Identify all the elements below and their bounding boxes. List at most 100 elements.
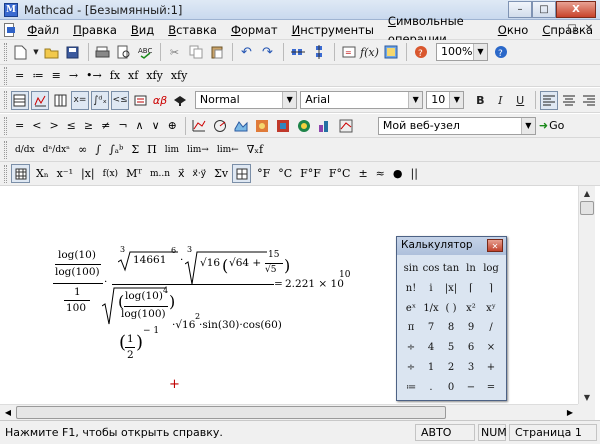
nth-derivative-button[interactable]: dⁿ/dxⁿ	[39, 145, 74, 155]
key-ln[interactable]: ln	[461, 259, 481, 279]
key-minus[interactable]: −	[461, 378, 481, 398]
scroll-thumb[interactable]	[16, 406, 446, 419]
minimize-button[interactable]: –	[508, 1, 532, 18]
key-tan[interactable]: tan	[441, 259, 461, 279]
key-multiply[interactable]: ×	[481, 338, 501, 358]
scroll-thumb[interactable]	[580, 201, 594, 215]
menu-file[interactable]: Файл	[20, 21, 66, 39]
f-celsius-button[interactable]: F°C	[325, 167, 355, 180]
key-3[interactable]: 3	[461, 358, 481, 378]
key-6[interactable]: 6	[461, 338, 481, 358]
key-parentheses[interactable]: ( )	[441, 299, 461, 319]
fahrenheit-button[interactable]: °F	[253, 167, 274, 180]
or-button[interactable]: ∨	[148, 119, 164, 132]
subscript-button[interactable]: Xₙ	[32, 167, 53, 180]
greater-equal-button[interactable]: ≥	[80, 119, 97, 132]
key-log[interactable]: log	[481, 259, 501, 279]
key-division-sign[interactable]: ÷	[401, 358, 421, 378]
not-button[interactable]: ¬	[114, 119, 131, 132]
help-icon[interactable]: ?	[491, 43, 510, 62]
key-4[interactable]: 4	[421, 338, 441, 358]
scroll-left-icon[interactable]: ◀	[0, 405, 16, 420]
menu-view[interactable]: Вид	[124, 21, 161, 39]
and-button[interactable]: ∧	[132, 119, 148, 132]
scroll-right-icon[interactable]: ▶	[562, 405, 578, 420]
approx-button[interactable]: ≈	[372, 167, 389, 180]
open-folder-icon[interactable]	[42, 43, 61, 62]
key-factorial[interactable]: n!	[401, 279, 421, 299]
key-sin[interactable]: sin	[401, 259, 421, 279]
key-power[interactable]: xʸ	[481, 299, 501, 319]
xor-button[interactable]: ⊕	[164, 119, 181, 132]
horizontal-scrollbar[interactable]: ◀ ▶	[0, 404, 578, 420]
key-cos[interactable]: cos	[421, 259, 441, 279]
key-exp[interactable]: eˣ	[401, 299, 421, 319]
key-decimal[interactable]: .	[421, 378, 441, 398]
key-2[interactable]: 2	[441, 358, 461, 378]
insert-unit-icon[interactable]	[381, 43, 400, 62]
key-ceil[interactable]: ⌈	[461, 279, 481, 299]
greek-palette-icon[interactable]: αβ	[151, 91, 169, 110]
parallel-button[interactable]: ||	[407, 167, 422, 180]
toolbar-grip[interactable]	[4, 164, 7, 183]
bold-button[interactable]: B	[471, 91, 489, 110]
maximize-button[interactable]: □	[532, 1, 556, 18]
style-select[interactable]: Normal ▼	[194, 91, 298, 109]
key-0[interactable]: 0	[441, 378, 461, 398]
web-location-select[interactable]: Мой веб-узел ▼	[377, 116, 536, 135]
keyword-eval-button[interactable]: •→	[82, 69, 106, 82]
vertical-scrollbar[interactable]: ▲ ▼	[578, 186, 595, 406]
global-define-button[interactable]: ≡	[48, 69, 65, 82]
symbolic-eval-button[interactable]: →	[65, 69, 82, 82]
key-reciprocal[interactable]: 1/x	[421, 299, 441, 319]
infix-operator-button[interactable]: xfy	[142, 69, 167, 82]
matrix-insert-icon[interactable]	[11, 164, 30, 183]
dot-button[interactable]: ●	[389, 167, 407, 180]
copy-icon[interactable]	[186, 43, 205, 62]
key-floor[interactable]: ⌉	[481, 279, 501, 299]
dropdown-arrow-icon[interactable]: ▼	[32, 43, 40, 62]
key-pi[interactable]: π	[401, 318, 421, 338]
plot-wizard-icon[interactable]	[337, 116, 356, 135]
xy-plot-icon[interactable]	[190, 116, 209, 135]
less-than-button[interactable]: <	[28, 119, 45, 132]
menu-format[interactable]: Формат	[224, 21, 285, 39]
menu-edit[interactable]: Правка	[66, 21, 124, 39]
new-document-icon[interactable]	[11, 43, 30, 62]
toolbar-grip[interactable]	[4, 116, 7, 135]
matrix-palette-icon[interactable]	[51, 91, 69, 110]
units-grid-icon[interactable]	[232, 164, 252, 183]
symbolic-palette-icon[interactable]	[171, 91, 189, 110]
gradient-button[interactable]: ∇ₓf	[243, 143, 267, 156]
toolbar-grip[interactable]	[4, 140, 7, 159]
underline-button[interactable]: U	[511, 91, 529, 110]
italic-button[interactable]: I	[491, 91, 509, 110]
evaluate-button[interactable]: =	[11, 69, 28, 82]
calculator-title-bar[interactable]: Калькулятор ✕	[397, 237, 506, 255]
go-arrow-icon[interactable]: ➜ Go	[539, 116, 564, 135]
right-limit-button[interactable]: lim→	[183, 145, 213, 155]
summation-button[interactable]: Σ	[127, 143, 143, 156]
derivative-button[interactable]: d/dx	[11, 145, 39, 155]
infinity-button[interactable]: ∞	[74, 143, 91, 156]
greater-than-button[interactable]: >	[45, 119, 62, 132]
calculate-icon[interactable]: =	[339, 43, 358, 62]
postfix-operator-button[interactable]: xf	[124, 69, 142, 82]
menu-insert[interactable]: Вставка	[161, 21, 224, 39]
limit-button[interactable]: lim	[161, 145, 183, 155]
prefix-operator-button[interactable]: fx	[106, 69, 124, 82]
definite-integral-button[interactable]: ∫ₐᵇ	[105, 143, 127, 156]
key-imaginary[interactable]: i	[421, 279, 441, 299]
key-plus[interactable]: +	[481, 358, 501, 378]
surface-plot-icon[interactable]	[232, 116, 251, 135]
transpose-button[interactable]: Mᵀ	[122, 167, 146, 180]
evaluation-palette-icon[interactable]: x=	[70, 90, 90, 110]
close-button[interactable]: X	[556, 1, 596, 18]
cut-icon[interactable]: ✂	[165, 43, 184, 62]
abs-button[interactable]: |x|	[77, 167, 99, 180]
product-button[interactable]: Π	[143, 143, 161, 156]
function-button[interactable]: f(x)	[99, 169, 122, 179]
close-icon[interactable]: ✕	[487, 239, 503, 252]
spell-check-icon[interactable]: ABC	[135, 43, 154, 62]
graph-palette-icon[interactable]	[30, 90, 50, 110]
